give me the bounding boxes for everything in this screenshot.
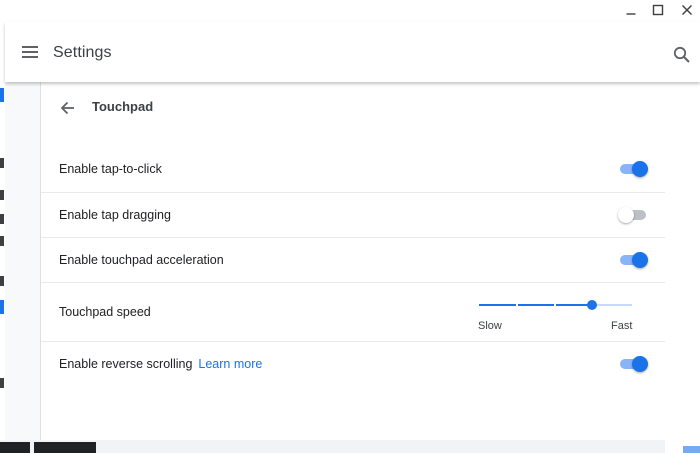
app-toolbar: Settings [5,22,700,82]
close-icon[interactable] [676,1,698,19]
setting-row-reverse-scrolling[interactable]: Enable reverse scrolling Learn more [41,341,665,386]
background-fragment [0,88,4,102]
background-window-bottom [0,440,700,453]
background-fragment [34,442,96,453]
page-header: Touchpad [41,82,665,134]
maximize-icon[interactable] [647,1,669,19]
background-fragment [0,214,4,224]
app-title: Settings [53,44,112,61]
background-fragment [0,236,4,246]
setting-row-tap-to-click[interactable]: Enable tap-to-click [41,147,665,192]
settings-window: Settings Touchpad Enable tap-to-click En… [5,0,700,440]
background-fragment [0,442,30,453]
background-window-right [665,82,700,453]
slider-tick [516,304,518,306]
setting-label-group: Enable reverse scrolling Learn more [59,357,262,371]
hamburger-menu-icon[interactable] [19,43,41,61]
setting-row-touchpad-acceleration[interactable]: Enable touchpad acceleration [41,237,665,282]
slider-thumb[interactable] [587,300,597,310]
background-fragment [0,378,4,388]
window-titlebar[interactable] [5,0,700,22]
setting-label: Enable reverse scrolling [59,357,193,371]
search-icon[interactable] [672,45,692,65]
slider-fill [479,304,592,306]
back-arrow-icon[interactable] [58,98,78,118]
background-fragment [683,446,700,453]
background-fragment [0,276,4,286]
touchpad-speed-slider[interactable] [479,298,632,312]
learn-more-link[interactable]: Learn more [198,357,262,371]
slider-tick [554,304,556,306]
toggle-knob [632,356,648,372]
setting-row-tap-dragging[interactable]: Enable tap dragging [41,192,665,237]
minimize-icon[interactable] [620,1,642,19]
page-title: Touchpad [92,99,154,114]
toggle-knob [632,252,648,268]
setting-label: Enable touchpad acceleration [59,253,224,267]
touchpad-acceleration-toggle[interactable] [618,252,648,268]
slider-min-label: Slow [478,320,502,332]
slider-max-label: Fast [611,320,633,332]
toggle-knob [618,207,634,223]
settings-main: Touchpad Enable tap-to-click Enable tap … [5,82,700,440]
tap-dragging-toggle[interactable] [618,207,648,223]
background-fragment [0,190,4,200]
tap-to-click-toggle[interactable] [618,161,648,177]
reverse-scrolling-toggle[interactable] [618,356,648,372]
background-fragment [0,158,4,168]
background-fragment [0,300,4,314]
touchpad-settings-card: Touchpad Enable tap-to-click Enable tap … [40,82,666,440]
setting-label: Enable tap dragging [59,208,171,222]
toggle-knob [632,161,648,177]
setting-row-touchpad-speed: Touchpad speed Slow Fast [41,282,665,341]
setting-label: Touchpad speed [59,305,151,319]
setting-label: Enable tap-to-click [59,162,162,176]
